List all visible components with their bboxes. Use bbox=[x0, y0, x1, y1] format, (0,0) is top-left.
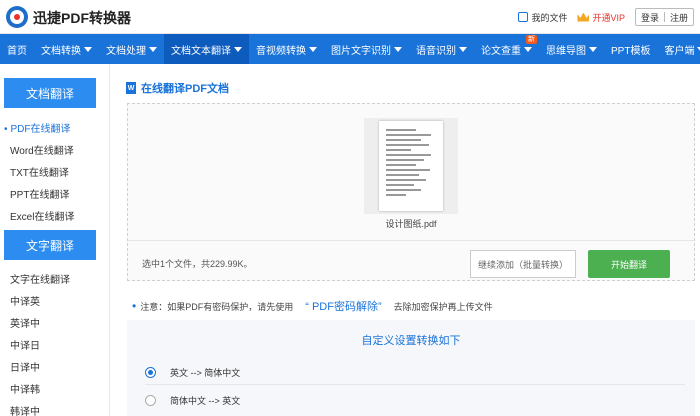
radio-checked-icon[interactable] bbox=[145, 367, 156, 378]
caret-down-icon bbox=[149, 46, 157, 52]
upload-area[interactable]: 设计图纸.pdf 选中1个文件，共229.99K。 继续添加（批量转换） 开始翻… bbox=[127, 103, 695, 281]
nav-item-ocr[interactable]: 图片文字识别 bbox=[324, 34, 409, 64]
add-files-button[interactable]: 继续添加（批量转换） bbox=[470, 250, 576, 278]
top-links: 我的文件 开通VIP 登录 注册 bbox=[518, 8, 694, 26]
my-files-link[interactable]: 我的文件 bbox=[518, 11, 567, 24]
caret-down-icon bbox=[84, 46, 92, 52]
sidebar-item-zh-en[interactable]: 中译英 bbox=[10, 293, 40, 308]
notice: • 注意：如果PDF有密码保护，请先使用 “ PDF密码解除” 去除加密保护再上… bbox=[132, 298, 493, 314]
brand-name[interactable]: 迅捷PDF转换器 bbox=[33, 8, 131, 28]
settings-title: 自定义设置转换如下 bbox=[361, 335, 461, 347]
file-thumbnail[interactable] bbox=[364, 118, 458, 214]
nav-label: 首页 bbox=[7, 45, 27, 57]
pdf-preview-icon bbox=[379, 121, 443, 211]
bullet-icon: • bbox=[132, 299, 137, 313]
nav-label: 图片文字识别 bbox=[331, 45, 391, 57]
start-translate-button[interactable]: 开始翻译 bbox=[588, 250, 670, 278]
sidebar-item-txt[interactable]: TXT在线翻译 bbox=[10, 164, 69, 179]
caret-down-icon bbox=[234, 46, 242, 52]
option-zh-to-en[interactable]: 简体中文 --> 英文 bbox=[145, 394, 240, 407]
page-title: W 在线翻译PDF文档 bbox=[126, 80, 229, 96]
nav-label: 音视频转换 bbox=[256, 45, 306, 57]
nav-item-home[interactable]: 首页 bbox=[0, 34, 34, 64]
app-logo-icon[interactable] bbox=[6, 6, 28, 28]
file-icon bbox=[518, 12, 529, 22]
nav-label: 文档处理 bbox=[106, 45, 146, 57]
file-info: 选中1个文件，共229.99K。 bbox=[142, 259, 253, 269]
main-nav: 首页 文档转换 文档处理 文档文本翻译 音视频转换 图片文字识别 语音识别 论文… bbox=[0, 34, 700, 64]
crown-icon bbox=[577, 12, 590, 22]
new-badge: 新 bbox=[526, 35, 537, 44]
word-doc-icon: W bbox=[126, 82, 136, 94]
upload-divider bbox=[128, 240, 694, 241]
caret-down-icon bbox=[394, 46, 402, 52]
nav-item-doc-translate[interactable]: 文档文本翻译 bbox=[164, 34, 249, 64]
sidebar-item-ko-zh[interactable]: 韩译中 bbox=[10, 403, 40, 416]
nav-label: 语音识别 bbox=[416, 45, 456, 57]
sidebar-item-en-zh[interactable]: 英译中 bbox=[10, 315, 40, 330]
caret-down-icon bbox=[459, 46, 467, 52]
notice-prefix: 注意：如果PDF有密码保护，请先使用 bbox=[140, 301, 294, 312]
nav-label: 文档转换 bbox=[41, 45, 81, 57]
my-files-label: 我的文件 bbox=[531, 12, 568, 23]
nav-item-mindmap[interactable]: 思维导图 bbox=[539, 34, 604, 64]
option-label: 英文 --> 简体中文 bbox=[170, 368, 241, 378]
settings-panel: 自定义设置转换如下 英文 --> 简体中文 简体中文 --> 英文 bbox=[127, 320, 695, 416]
caret-down-icon bbox=[524, 46, 532, 52]
nav-item-client[interactable]: 客户端 bbox=[657, 34, 700, 64]
sidebar-item-word[interactable]: Word在线翻译 bbox=[10, 142, 74, 157]
sidebar-item-ppt[interactable]: PPT在线翻译 bbox=[10, 186, 69, 201]
file-name: 设计图纸.pdf bbox=[385, 219, 437, 229]
pdf-unlock-link[interactable]: “ PDF密码解除” bbox=[305, 298, 381, 314]
nav-label: 文档文本翻译 bbox=[171, 45, 231, 57]
nav-item-plagiarism[interactable]: 论文查重新 bbox=[474, 34, 539, 64]
caret-down-icon bbox=[589, 46, 597, 52]
nav-item-av-convert[interactable]: 音视频转换 bbox=[249, 34, 324, 64]
notice-suffix: 去除加密保护再上传文件 bbox=[393, 301, 493, 312]
nav-label: 论文查重 bbox=[481, 45, 521, 57]
nav-label: PPT模板 bbox=[611, 45, 651, 57]
nav-item-doc-convert[interactable]: 文档转换 bbox=[34, 34, 99, 64]
option-label: 简体中文 --> 英文 bbox=[170, 396, 241, 406]
sidebar-item-pdf[interactable]: PDF在线翻译 bbox=[4, 120, 71, 135]
nav-item-ppt-template[interactable]: PPT模板 bbox=[604, 34, 657, 64]
radio-icon[interactable] bbox=[145, 395, 156, 406]
login-button[interactable]: 登录 bbox=[636, 11, 664, 24]
vip-link[interactable]: 开通VIP bbox=[577, 11, 625, 24]
nav-item-doc-process[interactable]: 文档处理 bbox=[99, 34, 164, 64]
nav-item-speech[interactable]: 语音识别 bbox=[409, 34, 474, 64]
caret-down-icon bbox=[309, 46, 317, 52]
nav-label: 客户端 bbox=[664, 45, 695, 57]
sidebar-section-doc-translate[interactable]: 文档翻译 bbox=[4, 78, 96, 108]
sidebar-item-ja-zh[interactable]: 日译中 bbox=[10, 359, 40, 374]
sidebar-item-excel[interactable]: Excel在线翻译 bbox=[10, 208, 74, 223]
sidebar-section-text-translate[interactable]: 文字翻译 bbox=[4, 230, 96, 260]
option-divider bbox=[145, 384, 685, 385]
sidebar-item-zh-ko[interactable]: 中译韩 bbox=[10, 381, 40, 396]
option-en-to-zh[interactable]: 英文 --> 简体中文 bbox=[145, 366, 240, 379]
sidebar-item-text-online[interactable]: 文字在线翻译 bbox=[10, 271, 70, 286]
top-header: 迅捷PDF转换器 我的文件 开通VIP 登录 注册 bbox=[0, 0, 700, 34]
nav-label: 思维导图 bbox=[546, 45, 586, 57]
sidebar-item-zh-ja[interactable]: 中译日 bbox=[10, 337, 40, 352]
page-title-text: 在线翻译PDF文档 bbox=[141, 83, 229, 95]
auth-box: 登录 注册 bbox=[634, 8, 694, 26]
sidebar: 文档翻译 PDF在线翻译 Word在线翻译 TXT在线翻译 PPT在线翻译 Ex… bbox=[0, 64, 110, 416]
vip-label: 开通VIP bbox=[592, 12, 625, 23]
register-button[interactable]: 注册 bbox=[665, 11, 693, 24]
